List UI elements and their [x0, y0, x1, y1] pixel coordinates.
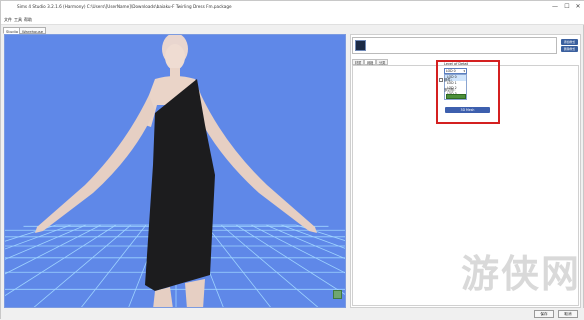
lod-selected-value: LOD 0	[446, 69, 456, 73]
tab-warehouse[interactable]: Warehouse	[19, 27, 47, 34]
menu-bar: 文件 工具 帮助	[1, 16, 584, 25]
grid-line	[220, 224, 319, 307]
window-title: Sims 4 Studio 3.2.1.6 (Harmony) C:\Users…	[17, 4, 232, 9]
parts-label: 部件：	[444, 78, 455, 82]
swatch-strip	[352, 37, 557, 54]
grid-line	[5, 224, 102, 275]
parts-checkbox[interactable]	[439, 78, 443, 82]
app-window: Sims 4 Studio 3.2.1.6 (Harmony) C:\Users…	[0, 0, 584, 320]
grid-line	[33, 224, 132, 307]
title-bar: Sims 4 Studio 3.2.1.6 (Harmony) C:\Users…	[1, 1, 584, 16]
watermark-char: 侠	[501, 251, 540, 296]
grid-line	[205, 224, 271, 307]
watermark-logo: 游 侠 网	[459, 235, 581, 296]
menu-file[interactable]: 文件	[4, 17, 12, 23]
green-status-bar	[446, 94, 466, 99]
save-button[interactable]: 保存	[534, 310, 554, 318]
floor-grid	[5, 35, 345, 307]
grid-line	[5, 224, 72, 250]
minimize-icon[interactable]: —	[549, 2, 561, 12]
polygons-label: 多边形：	[444, 88, 458, 92]
cancel-button[interactable]: 取消	[558, 310, 578, 318]
swatch-thumbnail-icon[interactable]	[355, 40, 366, 51]
close-icon[interactable]: ✕	[572, 2, 584, 12]
grid-line	[81, 224, 147, 307]
lod-label: Level of Detail	[444, 62, 469, 66]
watermark-char: 网	[541, 251, 580, 296]
grid-line	[250, 224, 345, 274]
menu-help[interactable]: 帮助	[24, 17, 32, 23]
remove-swatch-button[interactable]: 删除样式	[561, 46, 578, 52]
grid-line	[5, 224, 117, 297]
watermark-char: 游	[461, 251, 500, 296]
green-toggle-icon[interactable]	[333, 290, 342, 299]
model-figure	[35, 35, 317, 307]
footer-bar: 保存 取消	[1, 308, 584, 320]
grid-line	[235, 224, 345, 295]
3d-viewport[interactable]	[4, 34, 346, 308]
menu-tools[interactable]: 工具	[14, 17, 22, 23]
mesh-button[interactable]: 3D Mesh	[445, 107, 490, 113]
add-swatch-button[interactable]: 添加样式	[561, 39, 578, 45]
